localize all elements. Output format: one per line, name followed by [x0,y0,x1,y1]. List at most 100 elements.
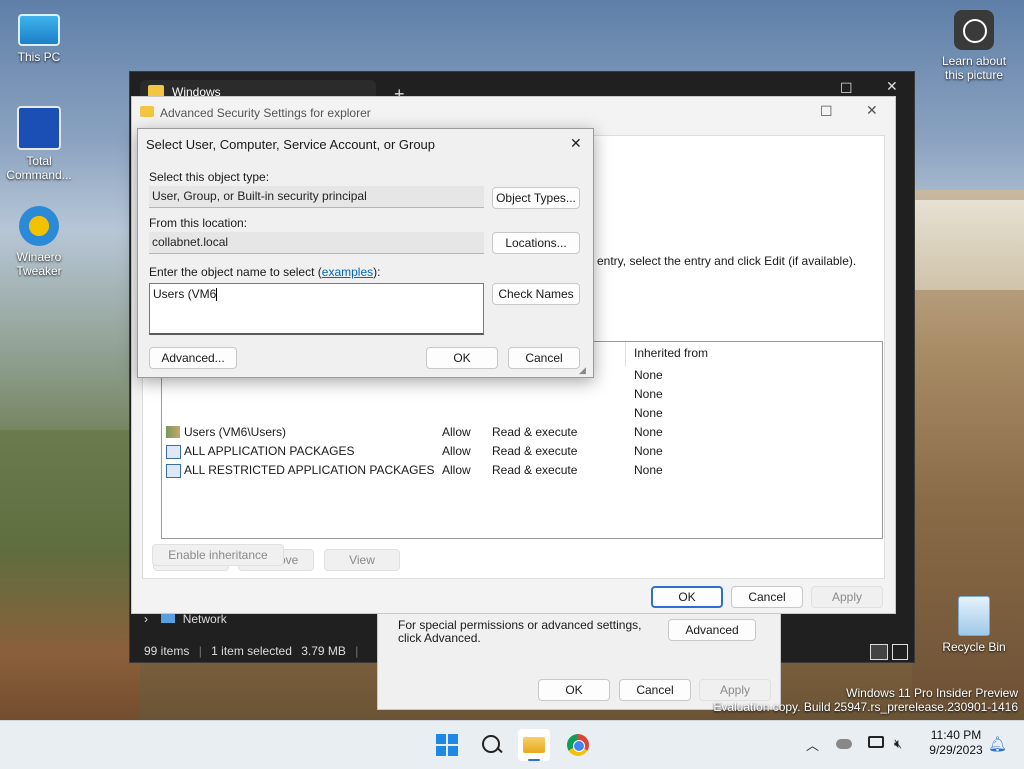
select-user-dialog: Select User, Computer, Service Account, … [137,128,594,378]
table-row[interactable]: Users (VM6\Users) Allow Read & execute N… [166,423,878,442]
desktop-icon-winaero-tweaker[interactable]: Winaero Tweaker [3,206,75,278]
monitor-icon [18,14,60,46]
cell-principal: ALL RESTRICTED APPLICATION PACKAGES [184,463,435,477]
camera-info-icon [954,10,994,50]
text-cursor [216,288,218,302]
floppy-disk-icon [17,106,61,150]
file-explorer-taskbar-button[interactable] [518,729,550,761]
object-types-button[interactable]: Object Types... [492,187,580,209]
cell-access: Read & execute [492,463,578,477]
location-field: collabnet.local [149,232,484,254]
resize-grip-icon[interactable]: ◢ [579,365,586,376]
status-selected: 1 item selected [211,644,292,658]
view-button[interactable]: View [324,549,400,571]
status-size: 3.79 MB [301,644,346,658]
desktop-icon-label: Winaero Tweaker [16,250,62,278]
chrome-icon [567,734,589,756]
cell-principal: Users (VM6\Users) [184,425,287,439]
examples-link[interactable]: examples [322,265,373,279]
object-name-value: Users (VM6 [153,287,217,301]
close-icon[interactable]: ✕ [570,135,582,152]
object-name-input[interactable]: Users (VM6 [149,283,484,335]
maximize-icon[interactable]: ☐ [840,80,853,97]
network-icon [161,613,176,623]
object-type-field: User, Group, or Built-in security princi… [149,186,484,208]
windows-logo-icon [436,734,458,756]
dialog-ok-button[interactable]: OK [426,347,498,369]
start-button[interactable] [431,729,463,761]
close-icon[interactable]: ✕ [886,78,898,95]
check-names-button[interactable]: Check Names [492,283,580,305]
desktop-icon-label: Recycle Bin [942,640,1006,654]
ok-button[interactable]: OK [651,586,723,608]
details-view-icon[interactable] [870,644,888,660]
column-header-inherited[interactable]: Inherited from [634,346,708,360]
cell-type: Allow [442,425,471,439]
desktop-icon-this-pc[interactable]: This PC [3,10,75,64]
cell-principal: ALL APPLICATION PACKAGES [184,444,355,458]
chrome-taskbar-button[interactable] [562,729,594,761]
dialog-cancel-button[interactable]: Cancel [508,347,580,369]
location-label: From this location: [149,216,248,230]
object-type-label: Select this object type: [149,170,270,184]
cell-access: Read & execute [492,425,578,439]
maximize-icon[interactable]: ☐ [820,103,833,120]
wallpaper-town [912,200,1024,290]
perm-ok-button[interactable]: OK [538,679,610,701]
cell-type: Allow [442,444,471,458]
apply-button[interactable]: Apply [811,586,883,608]
cell-inherited: None [634,406,663,420]
chevron-up-icon[interactable]: ︿ [806,735,819,754]
cell-type: Allow [442,463,471,477]
desktop-icon-total-commander[interactable]: Total Command... [3,106,75,182]
network-icon[interactable] [868,736,884,748]
cell-inherited: None [634,368,663,382]
perm-cancel-button[interactable]: Cancel [619,679,691,701]
watermark-line1: Windows 11 Pro Insider Preview [846,686,1018,700]
volume-mute-icon[interactable]: 🔇︎ [894,736,902,752]
onedrive-icon[interactable] [836,739,852,749]
cell-inherited: None [634,463,663,477]
learn-about-picture[interactable]: Learn about this picture [938,10,1010,82]
close-icon[interactable]: ✕ [866,102,878,119]
clock-date: 9/29/2023 [929,743,983,757]
cancel-button[interactable]: Cancel [731,586,803,608]
status-item-count: 99 items [144,644,190,658]
folder-icon [523,737,545,753]
desktop-icon-label: This PC [17,50,61,64]
nav-item-label: Network [182,612,227,626]
table-row[interactable]: None [166,385,878,404]
packages-icon [166,445,181,459]
nav-item-network[interactable]: › Network [144,612,227,626]
watermark-line2: Evaluation copy. Build 25947.rs_prerelea… [713,700,1018,714]
permissions-hint: For special permissions or advanced sett… [398,618,642,645]
recycle-bin-icon [958,596,990,636]
enable-inheritance-button[interactable]: Enable inheritance [152,544,284,566]
desktop-icon-recycle-bin[interactable]: Recycle Bin [938,596,1010,654]
table-row[interactable]: None [166,404,878,423]
object-name-label: Enter the object name to select (example… [149,265,380,279]
clock[interactable]: 11:40 PM 9/29/2023 [918,728,994,758]
packages-icon [166,464,181,478]
users-group-icon [166,426,180,438]
clock-time: 11:40 PM [930,728,982,742]
search-icon [482,735,500,753]
object-name-label-text: Enter the object name to select ( [149,265,322,279]
table-row[interactable]: ALL RESTRICTED APPLICATION PACKAGES Allo… [166,461,878,480]
locations-button[interactable]: Locations... [492,232,580,254]
desktop-icon-label: Total Command... [6,154,72,182]
advanced-button[interactable]: Advanced... [149,347,237,369]
desktop-icon-label: Learn about this picture [941,54,1007,82]
perm-advanced-button[interactable]: Advanced [668,619,756,641]
taskbar: ︿ 🔇︎ 11:40 PM 9/29/2023 🔔︎ [0,720,1024,769]
search-button[interactable] [475,729,507,761]
tiles-view-icon[interactable] [892,644,908,660]
table-row[interactable]: ALL APPLICATION PACKAGES Allow Read & ex… [166,442,878,461]
object-name-label-end: ): [373,265,381,279]
instruction-text: entry, select the entry and click Edit (… [597,254,857,268]
cell-inherited: None [634,425,663,439]
window-title: Advanced Security Settings for explorer [160,106,371,120]
notification-bell-icon[interactable]: 🔔︎ [988,735,1007,753]
wallpaper-hill [0,430,140,730]
folder-icon [140,106,154,117]
